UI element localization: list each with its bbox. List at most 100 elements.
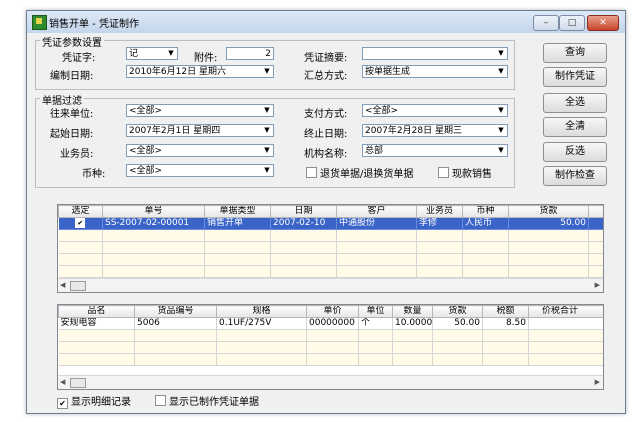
- col-header[interactable]: 价税合计: [528, 305, 603, 318]
- method-label: 汇总方式:: [304, 71, 348, 82]
- end-date-label: 终止日期:: [304, 129, 348, 140]
- chevron-down-icon: ▼: [168, 49, 174, 57]
- voucher-doc-grid[interactable]: 选定 单号 单据类型 日期 客户 业务员 币种 货款 税额 ✔ SS-2007-…: [57, 204, 604, 293]
- select-all-button[interactable]: 全选: [543, 93, 607, 113]
- method-select[interactable]: 按单据生成 ▼: [362, 65, 508, 78]
- col-header[interactable]: 数量: [392, 305, 433, 318]
- title-bar[interactable]: 销售开单 - 凭证制作 – □ ✕: [27, 11, 625, 33]
- cash-checkbox[interactable]: 现款销售: [438, 165, 492, 180]
- col-header[interactable]: 单位: [358, 305, 393, 318]
- cell-customer: 中通股份: [336, 217, 417, 230]
- col-header[interactable]: 币种: [462, 205, 509, 218]
- chevron-down-icon: ▼: [264, 67, 270, 75]
- table-row[interactable]: 安规电容 5006 0.1UF/275V 00000000 个 10.0000 …: [58, 317, 603, 330]
- col-header[interactable]: 日期: [270, 205, 337, 218]
- clear-all-button[interactable]: 全清: [543, 117, 607, 137]
- start-date-picker[interactable]: 2007年2月1日 星期四 ▼: [126, 124, 274, 137]
- params-group-label: 凭证参数设置: [40, 34, 104, 49]
- show-made-checkbox[interactable]: 显示已制作凭证单据: [155, 393, 259, 408]
- chevron-down-icon: ▼: [264, 126, 270, 134]
- col-header[interactable]: 规格: [216, 305, 307, 318]
- voucher-char-label: 凭证字:: [62, 53, 96, 64]
- make-voucher-button[interactable]: 制作凭证: [543, 67, 607, 87]
- cell-no: SS-2007-02-00001: [102, 217, 205, 230]
- cell-code: 5006: [134, 317, 217, 330]
- org-select[interactable]: 总部 ▼: [362, 144, 508, 157]
- cell-qty: 10.0000: [392, 317, 433, 330]
- scroll-right-icon[interactable]: ▶: [595, 376, 600, 389]
- filter-group: 单据过滤 往来单位: <全部> ▼ 支付方式: <全部> ▼ 起始日期: 2007年…: [35, 92, 515, 188]
- chevron-down-icon: ▼: [264, 106, 270, 114]
- close-button[interactable]: ✕: [587, 15, 619, 31]
- col-header[interactable]: 单据类型: [204, 205, 271, 218]
- show-detail-label: 显示明细记录: [71, 397, 131, 408]
- end-date-picker[interactable]: 2007年2月28日 星期三 ▼: [362, 124, 508, 137]
- unit-label: 往来单位:: [50, 109, 94, 120]
- check-button[interactable]: 制作检查: [543, 166, 607, 186]
- chevron-down-icon: ▼: [498, 106, 504, 114]
- start-date-label: 起始日期:: [50, 129, 94, 140]
- chevron-down-icon: ▼: [264, 166, 270, 174]
- cash-checkbox-label: 现款销售: [452, 169, 492, 180]
- chevron-down-icon: ▼: [498, 146, 504, 154]
- col-header[interactable]: 货品编号: [134, 305, 217, 318]
- summary-label: 凭证摘要:: [304, 53, 348, 64]
- horizontal-scrollbar[interactable]: ◀ ▶: [58, 278, 603, 292]
- cell-tax: 8.50: [482, 317, 529, 330]
- cell-spec: 0.1UF/275V: [216, 317, 307, 330]
- col-header[interactable]: 选定: [58, 205, 103, 218]
- col-header[interactable]: 货款: [432, 305, 483, 318]
- col-header[interactable]: 业务员: [416, 205, 463, 218]
- maximize-button[interactable]: □: [559, 15, 585, 31]
- cell-name: 安规电容: [58, 317, 135, 330]
- unit-select[interactable]: <全部> ▼: [126, 104, 274, 117]
- summary-select[interactable]: ▼: [362, 47, 508, 60]
- row-select-checkbox[interactable]: ✔: [75, 218, 86, 228]
- cell-amount: 50.00: [432, 317, 483, 330]
- currency-label: 币种:: [82, 169, 106, 180]
- staff-select[interactable]: <全部> ▼: [126, 144, 274, 157]
- chevron-down-icon: ▼: [498, 126, 504, 134]
- table-row[interactable]: ✔ SS-2007-02-00001 销售开单 2007-02-10 中通股份 …: [58, 217, 603, 230]
- pay-select[interactable]: <全部> ▼: [362, 104, 508, 117]
- cell-price: 00000000: [306, 317, 359, 330]
- invert-selection-button[interactable]: 反选: [543, 142, 607, 162]
- goods-detail-grid[interactable]: 品名 货品编号 规格 单价 单位 数量 货款 税额 价税合计 安规电容 5006…: [57, 304, 604, 390]
- col-header[interactable]: 单号: [102, 205, 205, 218]
- query-button[interactable]: 查询: [543, 43, 607, 63]
- col-header[interactable]: 税额: [482, 305, 529, 318]
- cell-tax: 8: [588, 217, 603, 230]
- show-detail-checkbox[interactable]: ✔ 显示明细记录: [57, 393, 131, 409]
- col-header[interactable]: 客户: [336, 205, 417, 218]
- pay-label: 支付方式:: [304, 109, 348, 120]
- scroll-right-icon[interactable]: ▶: [595, 279, 600, 292]
- cell-staff: 李修: [416, 217, 463, 230]
- attachments-label: 附件:: [194, 53, 218, 64]
- voucher-char-select[interactable]: 记 ▼: [126, 47, 178, 60]
- cell-unit: 个: [358, 317, 393, 330]
- return-checkbox[interactable]: 退货单据/退换货单据: [306, 165, 413, 180]
- voucher-window: 销售开单 - 凭证制作 – □ ✕ 凭证参数设置 凭证字: 记 ▼ 附件: 2 凭…: [26, 10, 626, 414]
- scroll-thumb[interactable]: [70, 281, 86, 291]
- chevron-down-icon: ▼: [498, 67, 504, 75]
- check-icon: ✔: [57, 398, 68, 409]
- scroll-thumb[interactable]: [70, 378, 86, 388]
- staff-label: 业务员:: [60, 149, 94, 160]
- cell-total: [528, 317, 603, 330]
- col-header[interactable]: 税额: [588, 205, 603, 218]
- col-header[interactable]: 单价: [306, 305, 359, 318]
- col-header[interactable]: 品名: [58, 305, 135, 318]
- currency-select[interactable]: <全部> ▼: [126, 164, 274, 177]
- window-title: 销售开单 - 凭证制作: [49, 19, 139, 30]
- date-picker[interactable]: 2010年6月12日 星期六 ▼: [126, 65, 274, 78]
- minimize-button[interactable]: –: [533, 15, 559, 31]
- date-label: 编制日期:: [50, 71, 94, 82]
- horizontal-scrollbar[interactable]: ◀ ▶: [58, 375, 603, 389]
- cell-amount: 50.00: [508, 217, 589, 230]
- attachments-input[interactable]: 2: [226, 47, 274, 60]
- scroll-left-icon[interactable]: ◀: [60, 376, 65, 389]
- cell-date: 2007-02-10: [270, 217, 337, 230]
- col-header[interactable]: 货款: [508, 205, 589, 218]
- app-icon: [32, 15, 47, 30]
- scroll-left-icon[interactable]: ◀: [60, 279, 65, 292]
